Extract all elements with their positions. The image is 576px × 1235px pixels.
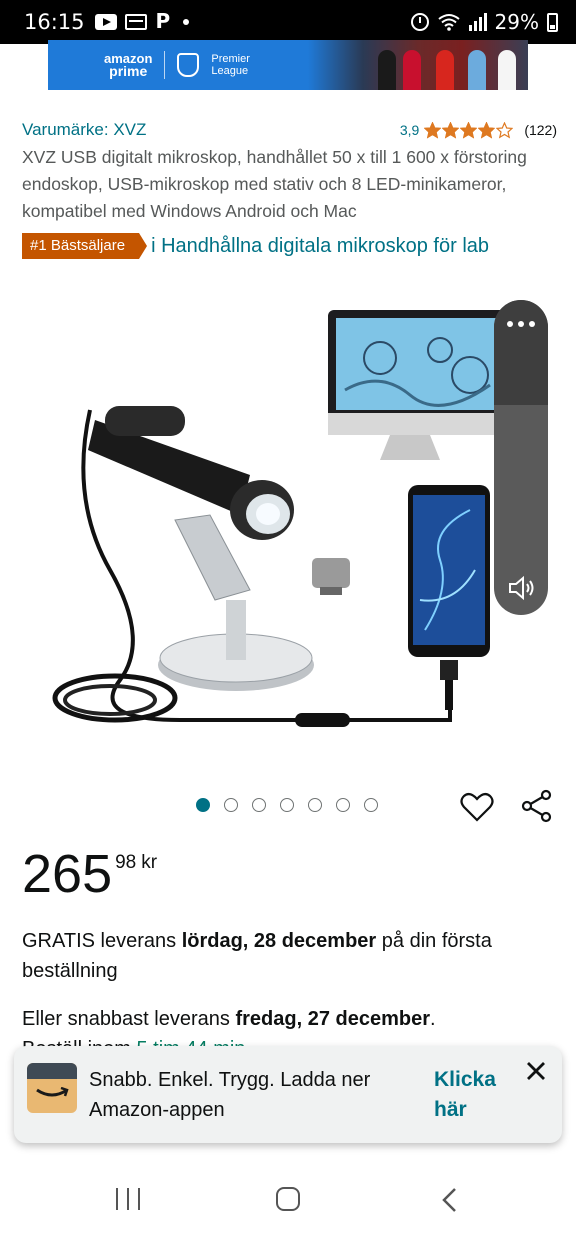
bestseller-badge[interactable]: #1 Bästsäljare xyxy=(22,233,148,259)
premier-league-crest-icon xyxy=(177,53,200,77)
product-image[interactable] xyxy=(0,300,576,770)
carousel-dot[interactable] xyxy=(224,798,238,812)
calendar-icon xyxy=(124,14,147,30)
rating-summary[interactable]: 3,9 (122) xyxy=(399,121,557,139)
battery-icon xyxy=(547,12,558,32)
premier-league-logo: Premier League xyxy=(211,53,250,77)
notification-dot-icon xyxy=(182,19,189,25)
youtube-icon xyxy=(94,14,117,30)
prime-logo: amazon prime xyxy=(104,51,153,79)
delivery-info: GRATIS leverans lördag, 28 december på d… xyxy=(22,930,492,982)
review-count: (122) xyxy=(524,122,557,138)
brand-link[interactable]: Varumärke: XVZ xyxy=(22,120,146,140)
rating-value: 3,9 xyxy=(399,122,420,138)
wifi-icon xyxy=(437,14,460,31)
star-icon xyxy=(442,121,460,139)
carousel-dot[interactable] xyxy=(308,798,322,812)
system-nav-bar xyxy=(0,1160,576,1235)
more-options-button[interactable] xyxy=(494,300,548,405)
status-time: 16:15 xyxy=(24,10,85,34)
alarm-icon xyxy=(410,13,429,31)
product-title: XVZ USB digitalt mikroskop, handhållet 5… xyxy=(22,147,527,221)
star-icon xyxy=(496,121,514,139)
carousel-dot[interactable] xyxy=(280,798,294,812)
price-fraction: 98 xyxy=(115,852,137,873)
promo-banner[interactable]: amazon prime Premier League xyxy=(48,40,528,90)
star-rating xyxy=(424,121,514,139)
bestseller-category-link[interactable]: i Handhållna digitala mikroskop för lab xyxy=(151,235,489,257)
banner-divider xyxy=(164,51,166,79)
star-icon xyxy=(460,121,478,139)
delivery-date: lördag, 28 december xyxy=(181,930,377,952)
image-carousel-dots[interactable] xyxy=(196,798,378,812)
carousel-dot[interactable] xyxy=(336,798,350,812)
close-icon[interactable] xyxy=(523,1058,549,1084)
phone-illustration xyxy=(408,485,490,710)
wishlist-heart-icon[interactable] xyxy=(460,791,494,823)
price-currency: kr xyxy=(141,852,158,873)
home-icon[interactable] xyxy=(276,1187,300,1211)
fast-delivery-date: fredag, 27 december xyxy=(235,1008,430,1030)
recents-icon[interactable] xyxy=(116,1188,140,1210)
star-icon xyxy=(424,121,442,139)
carousel-dot[interactable] xyxy=(196,798,210,812)
status-bar: 16:15 29% xyxy=(0,0,576,44)
carousel-dot[interactable] xyxy=(364,798,378,812)
toast-message: Snabb. Enkel. Trygg. Ladda ner Amazon-ap… xyxy=(89,1069,371,1121)
floating-volume-panel[interactable] xyxy=(494,300,548,615)
carousel-dot[interactable] xyxy=(252,798,266,812)
signal-icon xyxy=(468,13,487,31)
price: 265 98 kr xyxy=(22,842,157,906)
download-app-link[interactable]: Klicka här xyxy=(434,1065,524,1125)
battery-percent: 29% xyxy=(494,10,539,34)
amazon-app-icon xyxy=(27,1063,77,1113)
app-p-icon xyxy=(155,9,171,33)
fast-delivery-info: Eller snabbast leverans fredag, 27 decem… xyxy=(22,1008,436,1030)
back-icon[interactable] xyxy=(440,1187,458,1213)
stand-illustration xyxy=(158,514,314,691)
otg-adapter-illustration xyxy=(312,558,350,595)
price-whole: 265 xyxy=(22,844,113,904)
volume-icon[interactable] xyxy=(507,575,537,601)
app-download-toast[interactable]: Snabb. Enkel. Trygg. Ladda ner Amazon-ap… xyxy=(14,1046,562,1143)
banner-players-image xyxy=(308,40,528,90)
star-icon xyxy=(478,121,496,139)
share-icon[interactable] xyxy=(520,789,554,823)
